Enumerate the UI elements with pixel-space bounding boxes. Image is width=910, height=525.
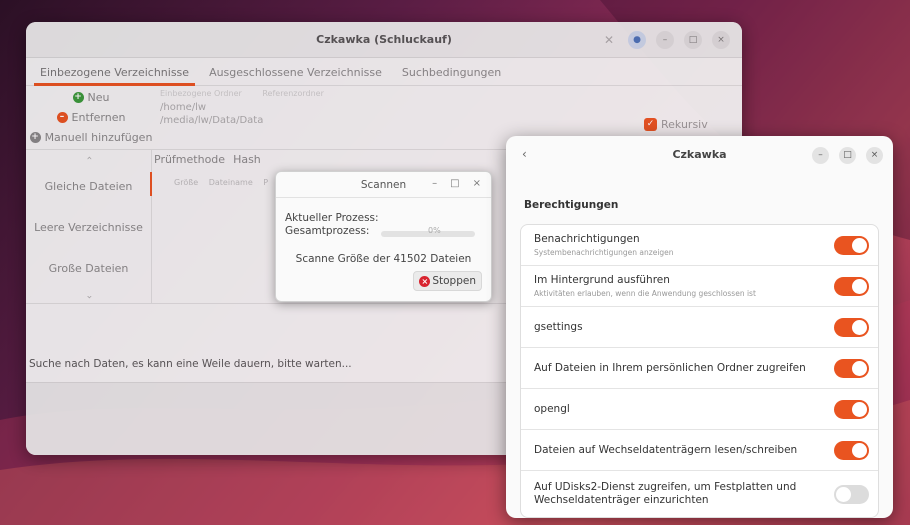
- dir-header-included: Einbezogene Ordner: [160, 89, 242, 98]
- minimize-button[interactable]: –: [432, 178, 437, 189]
- permissions-window: ‹ Czkawka – □ × Berechtigungen Benachric…: [506, 136, 893, 518]
- permission-toggle[interactable]: [834, 441, 869, 460]
- permission-title: Dateien auf Wechseldatenträgern lesen/sc…: [534, 443, 798, 456]
- permission-toggle[interactable]: [834, 485, 869, 504]
- recursive-checkbox[interactable]: ✓ Rekursiv: [644, 118, 708, 131]
- stop-label: Stoppen: [432, 275, 476, 287]
- permission-row: Dateien auf Wechseldatenträgern lesen/sc…: [521, 430, 878, 471]
- dir-header-reference: Referenzordner: [262, 89, 324, 98]
- permission-row: opengl: [521, 389, 878, 430]
- manual-add-label: Manuell hinzufügen: [44, 130, 153, 144]
- permission-row: Benachrichtigungen Systembenachrichtigun…: [521, 225, 878, 266]
- permission-title: Benachrichtigungen: [534, 233, 640, 245]
- tab-hash[interactable]: Hash: [233, 153, 261, 166]
- close-button[interactable]: ×: [866, 147, 883, 164]
- permission-subtitle: Systembenachrichtigungen anzeigen: [534, 248, 674, 257]
- section-title: Berechtigungen: [524, 199, 619, 211]
- column-filename[interactable]: Dateiname: [209, 178, 253, 187]
- tab-check-method[interactable]: Prüfmethode: [154, 153, 225, 166]
- shuffle-icon[interactable]: ✕: [600, 31, 618, 49]
- permission-subtitle: Aktivitäten erlauben, wenn die Anwendung…: [534, 289, 756, 298]
- permission-title: Auf Dateien in Ihrem persönlichen Ordner…: [534, 361, 806, 374]
- main-tabs: Einbezogene Verzeichnisse Ausgeschlossen…: [26, 58, 742, 86]
- minimize-button[interactable]: –: [656, 31, 674, 49]
- permission-row: Auf Dateien in Ihrem persönlichen Ordner…: [521, 348, 878, 389]
- selection-indicator: [150, 172, 152, 196]
- perm-titlebar: ‹ Czkawka – □ ×: [506, 136, 893, 176]
- progress-percent: 0%: [428, 226, 441, 235]
- recursive-label: Rekursiv: [661, 118, 708, 131]
- scan-titlebar: Scannen – □ ×: [276, 172, 491, 198]
- stop-button[interactable]: × Stoppen: [413, 271, 482, 291]
- permission-toggle[interactable]: [834, 318, 869, 337]
- tool-sidebar: ‹ Gleiche Dateien Leere Verzeichnisse Gr…: [26, 150, 152, 303]
- maximize-button[interactable]: □: [450, 178, 459, 189]
- stop-icon: ×: [419, 275, 431, 287]
- scroll-down-arrow[interactable]: ›: [81, 235, 97, 360]
- permission-row: Im Hintergrund ausführen Aktivitäten erl…: [521, 266, 878, 307]
- tab-excluded-dirs[interactable]: Ausgeschlossene Verzeichnisse: [199, 58, 392, 85]
- permission-toggle[interactable]: [834, 359, 869, 378]
- permission-title: Im Hintergrund ausführen: [534, 274, 670, 286]
- permission-list: Benachrichtigungen Systembenachrichtigun…: [520, 224, 879, 518]
- results-columns: Größe Dateiname P: [174, 178, 276, 187]
- maximize-button[interactable]: □: [684, 31, 702, 49]
- close-button[interactable]: ×: [712, 31, 730, 49]
- tab-search-conditions[interactable]: Suchbedingungen: [392, 58, 511, 85]
- permission-toggle[interactable]: [834, 400, 869, 419]
- minus-icon: –: [56, 111, 68, 123]
- main-titlebar: Czkawka (Schluckauf) ✕ ● – □ ×: [26, 22, 742, 58]
- column-size[interactable]: Größe: [174, 178, 198, 187]
- add-circle-icon: +: [29, 131, 41, 143]
- scan-dialog: Scannen – □ × Aktueller Prozess: Gesamtp…: [275, 171, 492, 302]
- info-icon[interactable]: ●: [628, 31, 646, 49]
- minimize-button[interactable]: –: [812, 147, 829, 164]
- permission-toggle[interactable]: [834, 236, 869, 255]
- permission-toggle[interactable]: [834, 277, 869, 296]
- permission-row: gsettings: [521, 307, 878, 348]
- permission-title: gsettings: [534, 320, 583, 333]
- total-process-label: Gesamtprozess:: [285, 225, 370, 237]
- permission-row: Auf UDisks2-Dienst zugreifen, um Festpla…: [521, 471, 878, 517]
- permission-title: opengl: [534, 402, 570, 415]
- checkmark-icon: ✓: [644, 118, 657, 131]
- current-process-label: Aktueller Prozess:: [285, 212, 379, 224]
- column-path[interactable]: P: [263, 178, 268, 187]
- maximize-button[interactable]: □: [839, 147, 856, 164]
- permission-title: Auf UDisks2-Dienst zugreifen, um Festpla…: [534, 481, 797, 506]
- scroll-up-arrow[interactable]: ‹: [81, 96, 97, 221]
- close-button[interactable]: ×: [473, 178, 481, 189]
- scan-message: Scanne Größe der 41502 Dateien: [295, 253, 472, 265]
- tab-included-dirs[interactable]: Einbezogene Verzeichnisse: [30, 58, 199, 86]
- dir-row[interactable]: /home/lw: [160, 101, 738, 114]
